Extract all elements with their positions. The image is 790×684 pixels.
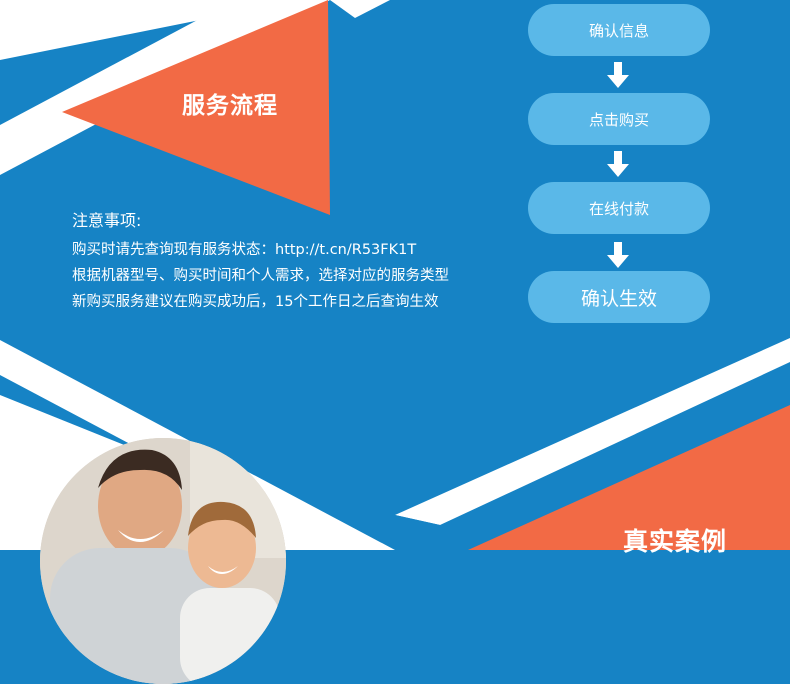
step-click-buy-button[interactable]: 点击购买	[528, 93, 710, 145]
family-photo	[40, 438, 286, 684]
real-cases-title: 真实案例	[622, 527, 727, 556]
step-confirm-effective-button[interactable]: 确认生效	[528, 271, 710, 323]
notes-heading: 注意事项:	[72, 211, 142, 230]
step-online-payment-button[interactable]: 在线付款	[528, 182, 710, 234]
arrow-down-icon	[607, 62, 629, 88]
notes-block: 注意事项: 购买时请先查询现有服务状态：http://t.cn/R53FK1T …	[72, 208, 449, 315]
service-process-title: 服务流程	[182, 93, 278, 119]
notes-line: 根据机器型号、购买时间和个人需求，选择对应的服务类型	[72, 268, 449, 284]
arrow-down-icon	[607, 151, 629, 177]
arrow-down-icon	[607, 242, 629, 268]
step-confirm-info-button[interactable]: 确认信息	[528, 4, 710, 56]
notes-line: 购买时请先查询现有服务状态：http://t.cn/R53FK1T	[72, 242, 417, 258]
notes-line: 新购买服务建议在购买成功后，15个工作日之后查询生效	[72, 294, 439, 310]
